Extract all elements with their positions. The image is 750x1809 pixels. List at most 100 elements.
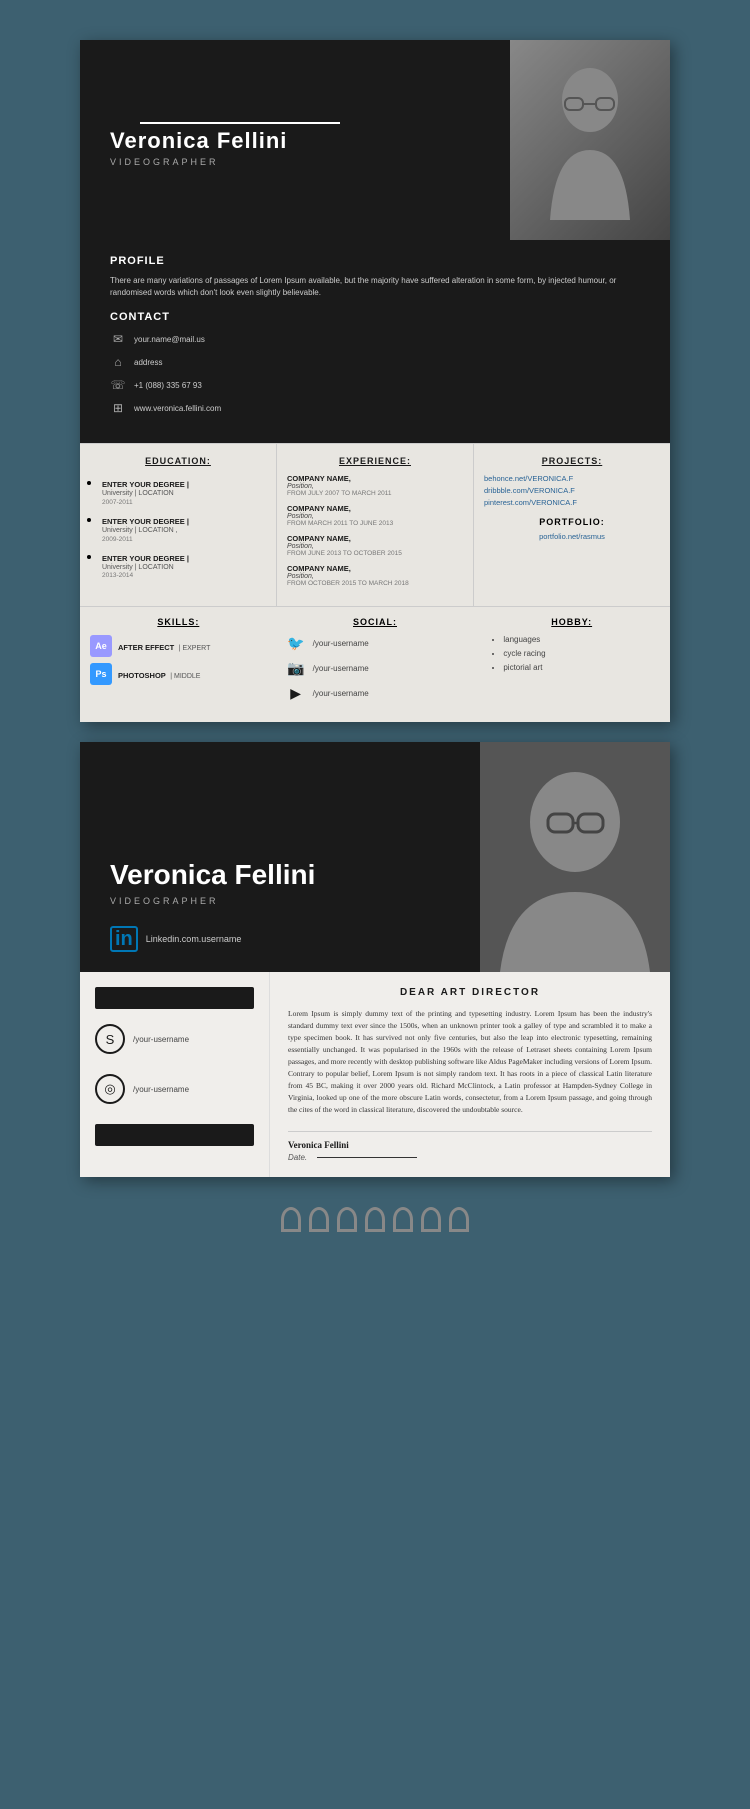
edu-sub-3: University | LOCATION [102, 563, 266, 573]
social-heading: SOCIAL: [287, 617, 464, 627]
experience-heading: EXPERIENCE: [287, 456, 463, 466]
skype-icon-glyph: S [106, 1032, 115, 1047]
card1-profile-section: PROFILE There are many variations of pas… [80, 240, 670, 443]
website-icon: ⊞ [110, 400, 126, 416]
resume-card-1: Veronica Fellini VIDEOGRAPHER PROFILE Th… [80, 40, 670, 722]
skill-ae-level: | EXPERT [179, 645, 211, 652]
signature-line [317, 1157, 417, 1158]
ring-5 [393, 1207, 413, 1232]
project-link-2[interactable]: dribbble.com/VERONICA.F [484, 486, 660, 495]
exp-position-2: Position, [287, 513, 463, 520]
exp-date-3: FROM JUNE 2013 TO OCTOBER 2015 [287, 550, 463, 557]
card1-photo [510, 40, 670, 240]
exp-date-4: FROM OCTOBER 2015 TO MARCH 2018 [287, 580, 463, 587]
whatsapp-icon: ◎ [95, 1074, 125, 1104]
cover-letter-text: Lorem Ipsum is simply dummy text of the … [288, 1008, 652, 1116]
email-icon: ✉ [110, 331, 126, 347]
exp-company-3: COMPANY NAME, [287, 534, 463, 543]
exp-item-3: COMPANY NAME, Position, FROM JUNE 2013 T… [287, 534, 463, 557]
whatsapp-icon-glyph: ◎ [104, 1081, 115, 1097]
photo-placeholder [510, 40, 670, 240]
hobby-col: HOBBY: languages cycle racing pictorial … [473, 617, 670, 722]
ring-6 [421, 1207, 441, 1232]
skill-ps-name: PHOTOSHOP [118, 671, 166, 680]
skype-icon: S [95, 1024, 125, 1054]
exp-company-1: COMPANY NAME, [287, 474, 463, 483]
project-link-1[interactable]: behonce.net/VERONICA.F [484, 474, 660, 483]
edu-sub-2: University | LOCATION , [102, 526, 266, 536]
card2-right-panel: DEAR ART DIRECTOR Lorem Ipsum is simply … [270, 972, 670, 1177]
ae-badge: Ae [90, 635, 112, 657]
edu-date-3: 2013-2014 [102, 572, 266, 579]
hobby-heading: HOBBY: [483, 617, 660, 627]
contact-website-text: www.veronica.fellini.com [134, 404, 221, 413]
dark-bar-bottom [95, 1124, 254, 1146]
edu-date-1: 2007-2011 [102, 499, 266, 506]
card2-social-whatsapp: ◎ /your-username [95, 1074, 254, 1104]
twitter-username: /your-username [313, 639, 369, 648]
card2-linkedin: in Linkedin.com.username [110, 926, 460, 952]
portfolio-link[interactable]: portfolio.net/rasmus [484, 532, 660, 541]
skill-ps-label: PHOTOSHOP | MIDDLE [118, 665, 200, 683]
portfolio-heading: PORTFOLIO: [484, 517, 660, 527]
card2-title: VIDEOGRAPHER [110, 896, 460, 906]
instagram-username: /your-username [313, 664, 369, 673]
edu-sub-1: University | LOCATION [102, 489, 266, 499]
hobby-item-1: languages [503, 635, 660, 644]
card1-header-text: Veronica Fellini VIDEOGRAPHER [80, 40, 510, 240]
edu-item-3: ENTER YOUR DEGREE | University | LOCATIO… [102, 548, 266, 580]
skill-ps-level: | MIDDLE [170, 673, 200, 680]
resume-card-2: Veronica Fellini VIDEOGRAPHER in Linkedi… [80, 742, 670, 1177]
skill-ae-name: AFTER EFFECT [118, 643, 174, 652]
edu-degree-2: ENTER YOUR DEGREE | [102, 517, 266, 526]
experience-col: EXPERIENCE: COMPANY NAME, Position, FROM… [277, 444, 474, 606]
exp-position-4: Position, [287, 573, 463, 580]
edu-date-2: 2009-2011 [102, 536, 266, 543]
ps-badge-text: Ps [95, 669, 106, 679]
youtube-username: /your-username [313, 689, 369, 698]
card1-title: VIDEOGRAPHER [110, 157, 490, 167]
ring-4 [365, 1207, 385, 1232]
ring-2 [309, 1207, 329, 1232]
twitter-icon: 🐦 [287, 635, 305, 652]
card2-social-skype: S /your-username [95, 1024, 254, 1054]
hobby-list: languages cycle racing pictorial art [483, 635, 660, 672]
card2-body: S /your-username ◎ /your-username DEAR A… [80, 972, 670, 1177]
dear-heading: DEAR ART DIRECTOR [288, 987, 652, 998]
social-col: SOCIAL: 🐦 /your-username 📷 /your-usernam… [277, 617, 474, 722]
projects-col: PROJECTS: behonce.net/VERONICA.F dribbbl… [474, 444, 670, 606]
card2-name: Veronica Fellini [110, 858, 460, 892]
exp-company-2: COMPANY NAME, [287, 504, 463, 513]
social-instagram: 📷 /your-username [287, 660, 464, 677]
education-heading: EDUCATION: [90, 456, 266, 466]
card2-header: Veronica Fellini VIDEOGRAPHER in Linkedi… [80, 742, 670, 972]
education-col: EDUCATION: ENTER YOUR DEGREE | Universit… [80, 444, 277, 606]
contact-website: ⊞ www.veronica.fellini.com [110, 400, 650, 416]
ring-7 [449, 1207, 469, 1232]
exp-date-2: FROM MARCH 2011 TO JUNE 2013 [287, 520, 463, 527]
contact-address: ⌂ address [110, 354, 650, 370]
signature-name: Veronica Fellini [288, 1140, 652, 1150]
phone-icon: ☏ [110, 377, 126, 393]
skills-row: SKILLS: Ae AFTER EFFECT | EXPERT Ps [80, 606, 670, 722]
skills-heading: SKILLS: [90, 617, 267, 627]
ring-3 [337, 1207, 357, 1232]
signature-section: Veronica Fellini Date. [288, 1131, 652, 1162]
skill-ae-label: AFTER EFFECT | EXPERT [118, 637, 210, 655]
hobby-item-2: cycle racing [503, 649, 660, 658]
card2-photo [480, 742, 670, 972]
exp-position-1: Position, [287, 483, 463, 490]
address-icon: ⌂ [110, 354, 126, 370]
project-link-3[interactable]: pinterest.com/VERONICA.F [484, 498, 660, 507]
exp-date-1: FROM JULY 2007 TO MARCH 2011 [287, 490, 463, 497]
edu-item-1: ENTER YOUR DEGREE | University | LOCATIO… [102, 474, 266, 506]
youtube-icon: ▶ [287, 685, 305, 702]
hobby-item-3: pictorial art [503, 663, 660, 672]
skill-ps: Ps PHOTOSHOP | MIDDLE [90, 663, 267, 685]
three-col-section: EDUCATION: ENTER YOUR DEGREE | Universit… [80, 443, 670, 606]
exp-item-4: COMPANY NAME, Position, FROM OCTOBER 201… [287, 564, 463, 587]
white-accent-line [140, 122, 340, 124]
card1-left-column: PROFILE There are many variations of pas… [80, 240, 670, 443]
card1-bottom: EDUCATION: ENTER YOUR DEGREE | Universit… [80, 443, 670, 722]
ae-badge-text: Ae [95, 641, 107, 651]
